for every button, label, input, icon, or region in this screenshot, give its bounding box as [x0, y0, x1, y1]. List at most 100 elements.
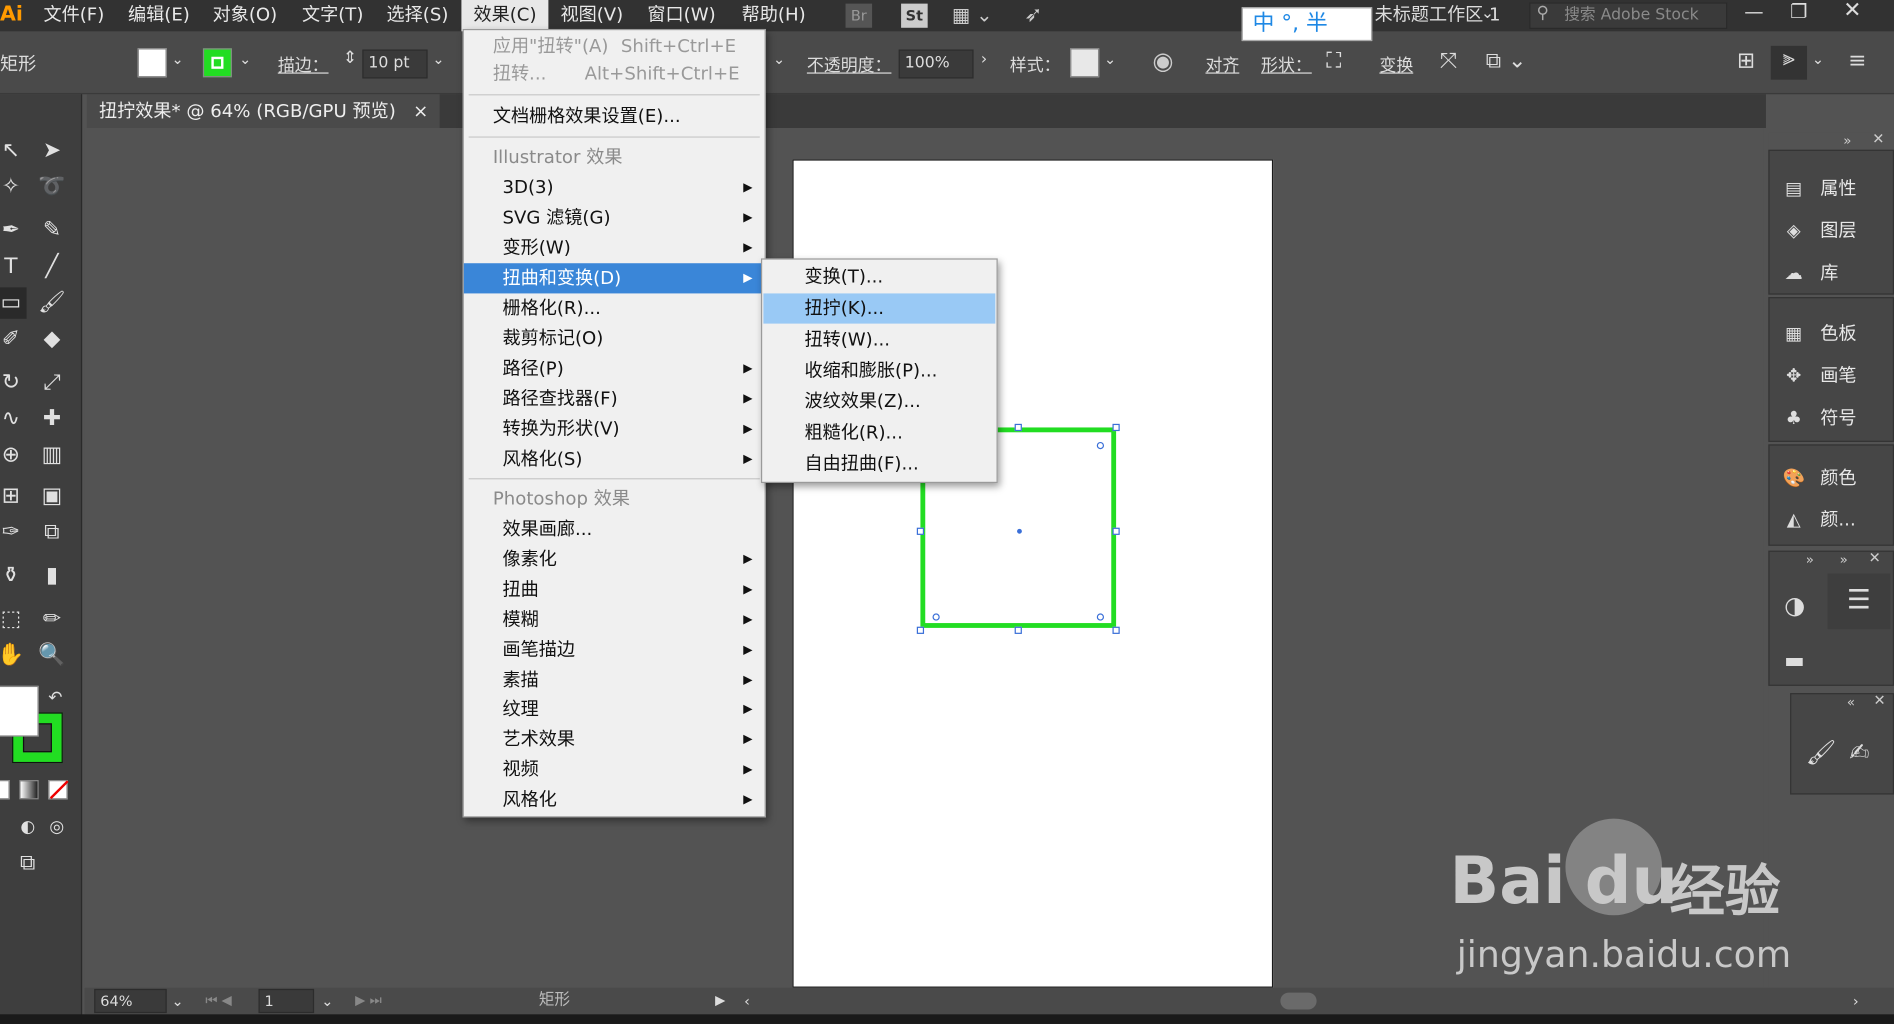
fill-swatch[interactable] — [137, 48, 167, 78]
handle-bottom-left[interactable] — [916, 626, 925, 634]
collapse-icon[interactable]: » — [1806, 552, 1814, 568]
panel-layers[interactable]: ◈ 图层 — [1779, 213, 1857, 249]
effect-blur[interactable]: 模糊 ▶ — [464, 605, 765, 635]
zoom-dropdown-icon[interactable]: ⌄ — [172, 988, 184, 1015]
expand-icon[interactable]: « — [1847, 694, 1855, 710]
opacity-arrow-icon[interactable]: › — [981, 51, 987, 69]
effect-path[interactable]: 路径(P) ▶ — [464, 354, 765, 384]
fill-color-box[interactable] — [0, 685, 39, 737]
submenu-tweak[interactable]: 扭拧(K)... — [763, 293, 996, 324]
pen-tool-icon[interactable]: ✒ — [0, 215, 27, 246]
fill-dropdown-icon[interactable]: ⌄ — [172, 51, 184, 68]
effect-pixelate[interactable]: 像素化 ▶ — [464, 545, 765, 575]
shaper-tool-icon[interactable]: ✐ — [0, 324, 27, 355]
artboard-dropdown-icon[interactable]: ⌄ — [321, 988, 333, 1015]
stock-icon[interactable]: St — [901, 3, 928, 28]
curvature-tool-icon[interactable]: ✎ — [36, 215, 67, 246]
slice-tool-icon[interactable]: ✏ — [36, 604, 67, 635]
transform-link[interactable]: 变换 — [1379, 53, 1413, 77]
transform-bounds-icon[interactable]: ⤧ — [1440, 48, 1457, 73]
shape-link[interactable]: 形状： — [1261, 53, 1312, 77]
draw-mode-icon[interactable]: ◐ — [12, 811, 43, 842]
symbol-sprayer-tool-icon[interactable]: ⚱ — [0, 560, 27, 591]
grid-icon[interactable]: ⊞ — [1737, 48, 1755, 73]
minimize-icon[interactable]: — — [1744, 0, 1763, 23]
handle-bottom-middle[interactable] — [1014, 626, 1022, 634]
close-icon[interactable]: ✕ — [1873, 692, 1885, 709]
close-icon[interactable]: ✕ — [1869, 549, 1881, 566]
brush-edit-icon[interactable]: ✍ — [1849, 738, 1869, 767]
handle-top-middle[interactable] — [1014, 423, 1022, 432]
menu-edit[interactable]: 编辑(E) — [116, 0, 202, 31]
control-panel-toggle[interactable]: ⫸ — [1770, 45, 1808, 80]
handle-middle-right[interactable] — [1112, 527, 1120, 535]
effect-pathfinder[interactable]: 路径查找器(F) ▶ — [464, 384, 765, 414]
stroke-weight-input[interactable]: 10 pt — [362, 49, 428, 79]
stroke-dropdown-icon[interactable]: ⌄ — [239, 51, 251, 68]
artboard-tool-icon[interactable]: ⬚ — [0, 604, 27, 635]
direct-selection-tool-icon[interactable]: ➤ — [36, 135, 67, 166]
effect-stylize-ps[interactable]: 风格化 ▶ — [464, 785, 765, 815]
graph-tool-icon[interactable]: ▮ — [36, 560, 67, 591]
restore-icon[interactable]: ❐ — [1790, 0, 1807, 23]
perspective-grid-tool-icon[interactable]: ▥ — [36, 440, 67, 471]
menu-effect[interactable]: 效果(C) — [461, 0, 549, 32]
gradient-panel-icon[interactable]: ▬ — [1784, 648, 1805, 673]
panel-menu-chevron-icon[interactable]: ⌄ — [1812, 51, 1824, 68]
panel-libraries[interactable]: ☁ 库 — [1779, 255, 1839, 291]
stroke-weight-dropdown-icon[interactable]: ⌄ — [432, 51, 444, 68]
gpu-performance-icon[interactable]: ➶ — [1024, 2, 1042, 27]
artboard-number-input[interactable]: 1 — [258, 988, 315, 1014]
collapse-icon[interactable]: » — [1840, 552, 1848, 568]
menu-window[interactable]: 窗口(W) — [635, 0, 727, 31]
style-dropdown-icon[interactable]: ⌄ — [1104, 51, 1116, 68]
effect-sketch[interactable]: 素描 ▶ — [464, 665, 765, 695]
panel-swatches[interactable]: ▦ 色板 — [1779, 315, 1856, 351]
stroke-label[interactable]: 描边： — [278, 53, 329, 77]
corner-widget[interactable] — [932, 613, 940, 621]
document-tab[interactable]: 扭拧效果* @ 64% (RGB/GPU 预览) × — [86, 94, 440, 128]
blend-tool-icon[interactable]: ⧉ — [36, 517, 67, 548]
draw-inside-icon[interactable]: ◎ — [41, 811, 72, 842]
menu-file[interactable]: 文件(F) — [31, 0, 116, 31]
document-raster-settings[interactable]: 文档栅格效果设置(E)... — [464, 101, 765, 131]
corner-widget[interactable] — [1096, 441, 1105, 450]
menu-select[interactable]: 选择(S) — [374, 0, 460, 31]
zoom-tool-icon[interactable]: 🔍 — [36, 640, 67, 671]
none-mode-icon[interactable] — [48, 780, 69, 800]
handle-middle-left[interactable] — [916, 527, 925, 535]
scroll-right-icon[interactable]: › — [1853, 988, 1859, 1015]
magic-wand-tool-icon[interactable]: ✧ — [0, 171, 27, 202]
selection-tool-icon[interactable]: ↖ — [0, 135, 27, 166]
paintbrush-tool-icon[interactable]: 🖌 — [36, 287, 67, 318]
gradient-tool-icon[interactable]: ▣ — [36, 481, 67, 512]
variable-width-dropdown-icon[interactable]: ⌄ — [773, 51, 785, 68]
effect-texture[interactable]: 纹理 ▶ — [464, 694, 765, 724]
effect-gallery[interactable]: 效果画廊... — [464, 514, 765, 544]
menu-lines-icon[interactable]: ☰ — [1827, 573, 1891, 630]
align-link[interactable]: 对齐 — [1205, 53, 1239, 77]
rotate-tool-icon[interactable]: ↻ — [0, 367, 27, 398]
close-panels-icon[interactable]: ✕ — [1872, 130, 1884, 147]
scale-tool-icon[interactable]: ⤢ — [36, 367, 67, 398]
eraser-tool-icon[interactable]: ◆ — [36, 324, 67, 355]
menu-type[interactable]: 文字(T) — [290, 0, 376, 31]
handle-top-right[interactable] — [1112, 423, 1120, 432]
opacity-input[interactable]: 100% — [898, 49, 974, 79]
hand-tool-icon[interactable]: ✋ — [0, 640, 27, 671]
screen-mode-icon[interactable]: ⧉ — [12, 848, 43, 879]
menu-object[interactable]: 对象(O) — [201, 0, 290, 31]
stroke-stepper[interactable]: ⇕ — [343, 48, 357, 67]
panel-color-guide[interactable]: ◭ 颜... — [1779, 501, 1856, 537]
next-artboard-icon[interactable]: ▶ ⏭ — [355, 988, 381, 1015]
puppet-warp-tool-icon[interactable]: ✚ — [36, 403, 67, 434]
menu-view[interactable]: 视图(V) — [548, 0, 635, 31]
panel-brushes[interactable]: ✥ 画笔 — [1779, 357, 1856, 393]
swap-colors-icon[interactable]: ↶ — [48, 688, 62, 707]
gradient-mode-icon[interactable] — [19, 780, 39, 800]
close-tab-icon[interactable]: × — [413, 94, 428, 128]
effect-crop-marks[interactable]: 裁剪标记(O) — [464, 324, 765, 354]
type-tool-icon[interactable]: T — [0, 251, 27, 282]
effect-stylize[interactable]: 风格化(S) ▶ — [464, 444, 765, 474]
menu-help[interactable]: 帮助(H) — [730, 0, 818, 31]
